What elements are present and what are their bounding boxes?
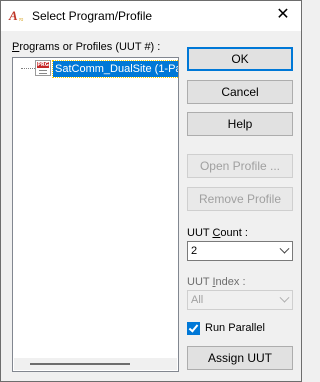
- chevron-down-icon: [279, 292, 290, 303]
- remove-profile-button[interactable]: Remove Profile: [187, 187, 293, 211]
- run-parallel-label[interactable]: Run Parallel: [205, 322, 265, 335]
- checkmark-icon: [188, 322, 199, 333]
- cancel-button[interactable]: Cancel: [187, 80, 293, 104]
- help-button[interactable]: Help: [187, 112, 293, 136]
- open-profile-button[interactable]: Open Profile ...: [187, 154, 293, 178]
- scrollbar-thumb[interactable]: [30, 363, 130, 365]
- run-parallel-checkbox[interactable]: [187, 322, 200, 335]
- window-title: Select Program/Profile: [32, 9, 153, 23]
- horizontal-scrollbar[interactable]: [14, 358, 177, 370]
- close-icon: ✕: [276, 6, 290, 23]
- tree-item-satcomm-dualsite[interactable]: SatComm_DualSite (1-Par: [51, 60, 178, 78]
- programs-list-label: Programs or Profiles (UUT #) :: [12, 41, 161, 53]
- select-program-dialog: A ≈ Select Program/Profile ✕ Programs or …: [0, 0, 302, 382]
- ok-button[interactable]: OK: [187, 47, 293, 71]
- title-bar: A ≈ Select Program/Profile ✕: [1, 1, 301, 31]
- assign-uut-button[interactable]: Assign UUT: [187, 346, 293, 370]
- prg-file-icon: PRG: [35, 60, 51, 76]
- programs-tree[interactable]: PRG SatComm_DualSite (1-Par: [12, 57, 179, 372]
- uut-index-select[interactable]: All: [187, 290, 293, 310]
- uut-index-label: UUT Index :: [187, 276, 246, 288]
- uut-count-label: UUT Count :: [187, 227, 248, 239]
- close-button[interactable]: ✕: [265, 1, 301, 31]
- app-icon: A ≈: [9, 8, 24, 25]
- chevron-down-icon: [279, 243, 290, 254]
- uut-count-select[interactable]: 2: [187, 241, 293, 261]
